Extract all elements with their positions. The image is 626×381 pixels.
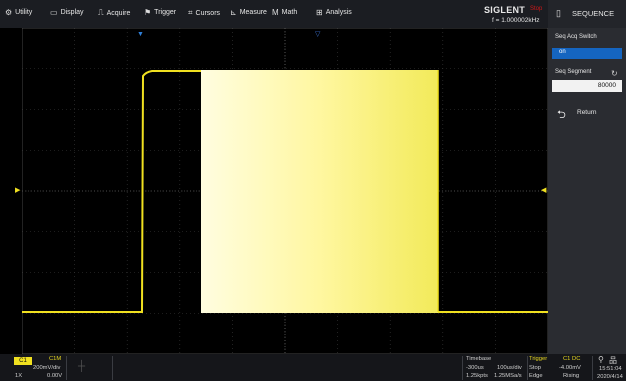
seq-acq-switch-label: Seq Acq Switch bbox=[555, 34, 597, 40]
seq-segment-label: Seq Segment bbox=[555, 69, 592, 75]
seq-segment-input[interactable]: 80000 bbox=[552, 80, 622, 92]
menu-cursors-label: Cursors bbox=[195, 9, 221, 17]
channel-1-offset-marker[interactable]: ▶ bbox=[15, 187, 20, 194]
trigger-type: Edge bbox=[529, 373, 543, 379]
menu-utility[interactable]: ⚙ Utility bbox=[5, 8, 32, 17]
trigger-label[interactable]: Trigger bbox=[529, 356, 547, 362]
menu-acquire[interactable]: ⎍ Acquire bbox=[98, 8, 130, 18]
timebase-delay: -300us bbox=[466, 365, 484, 371]
timebase-label[interactable]: Timebase bbox=[466, 356, 491, 362]
channel-1-offset: 0.00V bbox=[47, 373, 63, 379]
usb-icon: ⚲ bbox=[598, 355, 604, 364]
measure-icon: ⊾ bbox=[230, 8, 237, 17]
menu-utility-label: Utility bbox=[15, 9, 33, 16]
refresh-icon[interactable]: ↻ bbox=[611, 69, 618, 78]
clock-time: 15:51:04 bbox=[599, 366, 622, 372]
acquire-icon: ⎍ bbox=[98, 8, 104, 17]
menu-measure-label: Measure bbox=[239, 9, 267, 16]
math-icon: M bbox=[272, 8, 279, 17]
menu-cursors[interactable]: ⌗ Cursors bbox=[188, 8, 220, 18]
trigger-icon: ⚑ bbox=[144, 8, 152, 17]
trigger-position-marker[interactable]: ▼ bbox=[137, 31, 144, 38]
timebase-center-marker: ▽ bbox=[315, 31, 321, 38]
trigger-level-marker[interactable]: ◀ bbox=[541, 187, 546, 194]
document-icon: ▯ bbox=[556, 8, 561, 18]
brand-logo: SIGLENT bbox=[484, 5, 526, 15]
cursors-icon: ⌗ bbox=[188, 8, 193, 17]
trigger-mode: Stop bbox=[529, 365, 541, 371]
menu-math-label: Math bbox=[281, 9, 298, 16]
timebase-points: 1.25kpts bbox=[466, 373, 488, 379]
display-icon: ▭ bbox=[50, 8, 58, 17]
timebase-rate: 1.25MSa/s bbox=[494, 373, 522, 379]
frequency-readout: f = 1.000002kHz bbox=[492, 17, 540, 24]
menu-math[interactable]: M Math bbox=[272, 8, 297, 17]
timebase-scale: 100us/div bbox=[497, 365, 522, 371]
trigger-slope: Rising bbox=[563, 373, 580, 379]
network-icon: 品 bbox=[609, 356, 617, 365]
return-button[interactable]: Return bbox=[577, 109, 597, 116]
menu-trigger-label: Trigger bbox=[154, 9, 177, 16]
menu-measure[interactable]: ⊾ Measure bbox=[230, 8, 267, 17]
menu-analysis-label: Analysis bbox=[325, 9, 352, 16]
seq-acq-switch-value: on bbox=[559, 49, 566, 55]
clock-date: 2020/4/14 bbox=[597, 374, 623, 380]
menu-acquire-label: Acquire bbox=[106, 9, 131, 17]
waveform-display bbox=[22, 28, 548, 354]
analysis-icon: ⊞ bbox=[316, 8, 323, 17]
add-channel-icon[interactable]: ┼ bbox=[78, 361, 85, 372]
channel-1-coupling: C1M bbox=[49, 356, 62, 362]
trigger-level: -4.00mV bbox=[559, 365, 581, 371]
return-icon[interactable]: ⮌ bbox=[557, 106, 566, 125]
menu-analysis[interactable]: ⊞ Analysis bbox=[316, 8, 352, 17]
channel-1-tag[interactable]: C1 bbox=[14, 357, 32, 365]
run-status[interactable]: Stop bbox=[530, 6, 542, 12]
menu-display[interactable]: ▭ Display bbox=[50, 8, 84, 17]
seq-segment-value: 80000 bbox=[597, 82, 616, 89]
channel-1-probe: 1X bbox=[15, 373, 23, 379]
menu-display-label: Display bbox=[60, 9, 84, 16]
trigger-source: C1 DC bbox=[563, 356, 581, 362]
panel-title: SEQUENCE bbox=[572, 9, 615, 18]
menu-trigger[interactable]: ⚑ Trigger bbox=[144, 8, 176, 17]
channel-1-scale: 200mV/div bbox=[33, 365, 61, 371]
gear-icon: ⚙ bbox=[5, 8, 13, 17]
